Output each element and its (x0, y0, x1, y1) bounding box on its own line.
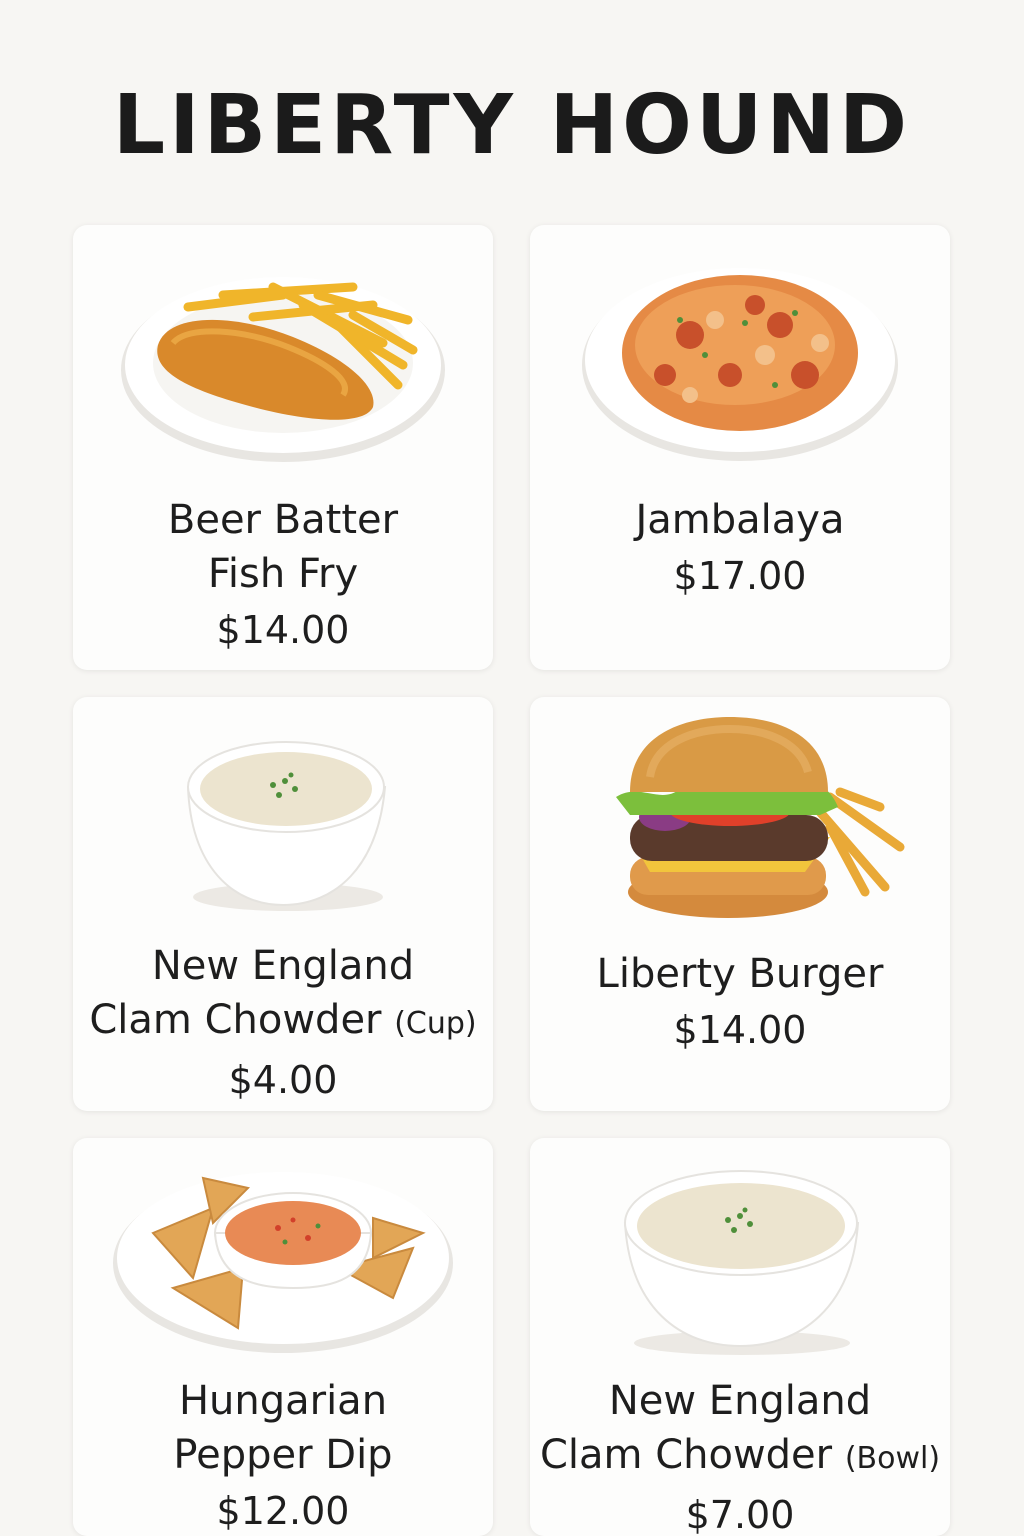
menu-item-card[interactable]: Jambalaya $17.00 (530, 225, 950, 670)
item-price: $14.00 (673, 1008, 807, 1052)
item-price: $12.00 (216, 1489, 350, 1533)
item-name-line1: Liberty Burger (596, 951, 884, 997)
item-name-line1: Jambalaya (635, 497, 845, 543)
item-name-line2-row: Clam Chowder (Cup) (73, 993, 493, 1051)
menu-page: LIBERTY HOUND Beer Batter Fish Fry $14.0… (0, 0, 1024, 1536)
item-size: (Bowl) (844, 1441, 941, 1476)
menu-item-card[interactable]: Beer Batter Fish Fry $14.00 (73, 225, 493, 670)
item-name-line2: Clam Chowder (539, 1432, 833, 1478)
item-name-line2-row: Clam Chowder (Bowl) (530, 1428, 950, 1486)
chowder-cup-image (186, 741, 387, 911)
menu-item-card[interactable]: New England Clam Chowder (Cup) $4.00 (73, 697, 493, 1111)
menu-item-label: Hungarian Pepper Dip $12.00 (73, 1374, 493, 1536)
menu-item-label: New England Clam Chowder (Cup) $4.00 (73, 939, 493, 1109)
menu-item-card[interactable]: Hungarian Pepper Dip $12.00 (73, 1138, 493, 1536)
pepper-dip-image (113, 1172, 453, 1353)
restaurant-title: LIBERTY HOUND (112, 78, 912, 173)
item-name-line2: Clam Chowder (89, 997, 382, 1043)
item-name-line2: Fish Fry (207, 551, 359, 597)
item-name-line1: New England (608, 1378, 872, 1424)
item-name-line1: Beer Batter (167, 497, 399, 543)
menu-item-label: Beer Batter Fish Fry $14.00 (73, 493, 493, 659)
item-name-line2: Pepper Dip (173, 1432, 393, 1478)
burger-image (616, 717, 905, 918)
chowder-bowl-image (623, 1170, 860, 1355)
menu-item-card[interactable]: Liberty Burger $14.00 (530, 697, 950, 1111)
item-name-line1: Hungarian (178, 1378, 388, 1424)
jambalaya-image (582, 268, 898, 461)
menu-item-label: Jambalaya $17.00 (530, 493, 950, 605)
menu-item-card[interactable]: New England Clam Chowder (Bowl) $7.00 (530, 1138, 950, 1536)
menu-item-label: New England Clam Chowder (Bowl) $7.00 (530, 1374, 950, 1536)
fish-fry-image (121, 277, 445, 462)
item-name-line1: New England (151, 943, 415, 989)
item-price: $17.00 (673, 554, 807, 598)
item-size: (Cup) (394, 1006, 477, 1041)
menu-item-label: Liberty Burger $14.00 (530, 947, 950, 1059)
item-price: $14.00 (216, 608, 350, 652)
item-price: $7.00 (685, 1493, 795, 1536)
item-price: $4.00 (228, 1058, 338, 1102)
